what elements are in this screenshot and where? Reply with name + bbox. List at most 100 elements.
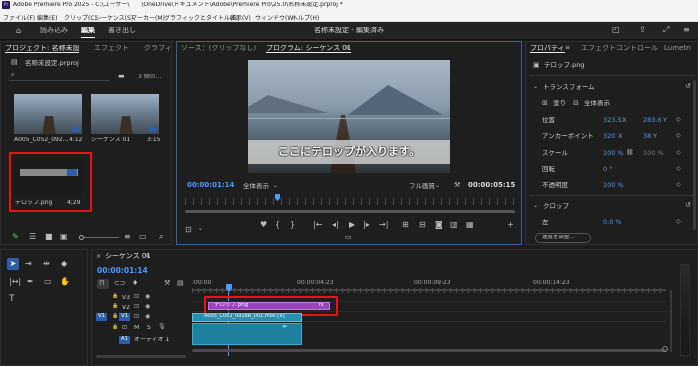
panel-menu-icon[interactable]: ≡ — [345, 45, 350, 51]
project-search-input[interactable]: ⌕ — [9, 72, 109, 81]
playhead-timecode[interactable]: 00:00:01:14 — [187, 182, 234, 189]
menu-edit[interactable]: 編集(E) — [37, 13, 57, 22]
lock-icon[interactable]: 🔒 — [112, 304, 118, 309]
pencil-icon[interactable]: ✎ — [12, 233, 19, 241]
timeline-track-zoom[interactable] — [96, 355, 186, 358]
menu-marker[interactable]: マーカー(M) — [131, 13, 165, 22]
go-to-out-icon[interactable]: →| — [379, 221, 388, 229]
sync-lock-icon[interactable]: ⊡ — [122, 325, 127, 331]
left-value[interactable]: 0.0 % — [603, 219, 622, 226]
rotation-value[interactable]: 0 ° — [603, 166, 612, 173]
captions-icon[interactable]: ▤ — [177, 280, 184, 287]
tab-graphics[interactable]: グラフィ — [144, 45, 172, 52]
solo-button[interactable]: S — [147, 325, 151, 331]
step-forward-icon[interactable]: |▸ — [363, 221, 370, 229]
keyframe-icon[interactable]: ◇ — [676, 219, 681, 225]
source-a1-button[interactable]: A1 — [119, 336, 130, 344]
track-select-icon[interactable]: ⇥ — [25, 260, 32, 268]
sort-icon[interactable]: ≡ — [124, 233, 131, 241]
lock-icon[interactable]: 🔒 — [112, 314, 118, 319]
timeline-h-scrollbar[interactable] — [192, 349, 666, 352]
microphone-icon[interactable]: 🎙 — [158, 324, 166, 330]
scale-value[interactable]: 100 % — [603, 150, 624, 157]
tab-project[interactable]: プロジェクト: 名称未設定 — [5, 45, 79, 53]
quality-select[interactable]: フル画質 — [409, 183, 435, 190]
layout-icon[interactable]: ◰ — [612, 26, 620, 34]
timeline-timecode[interactable]: 00:00:01:14 — [97, 267, 148, 275]
icon-view-icon[interactable]: ■ — [45, 233, 53, 241]
timeline-v-scrollbar[interactable] — [670, 290, 672, 352]
multicam-icon[interactable]: ▦ — [466, 221, 474, 229]
track-v1-label[interactable]: V1 — [119, 313, 130, 321]
lift-icon[interactable]: ⊞ — [402, 221, 409, 229]
menu-file[interactable]: ファイル(F) — [3, 13, 35, 22]
chevron-down-icon[interactable]: ⌄ — [533, 84, 538, 90]
sync-lock-icon[interactable]: ⊡ — [134, 304, 139, 310]
home-icon[interactable]: ⌂ — [16, 27, 21, 35]
fill-icon[interactable]: ⊞ — [542, 100, 548, 107]
reset-icon[interactable]: ↺ — [685, 83, 691, 90]
safe-margins-icon[interactable]: ⊡ — [185, 226, 192, 234]
hand-icon[interactable]: ✋ — [60, 278, 70, 286]
keyframe-icon[interactable]: ◇ — [676, 150, 681, 156]
reset-icon[interactable]: ↺ — [685, 202, 691, 209]
tab-edit[interactable]: 編集 — [81, 27, 95, 34]
menu-sequence[interactable]: シーケンス(S) — [95, 13, 133, 22]
chevron-down-icon[interactable]: ⌄ — [198, 226, 203, 232]
menu-clip[interactable]: クリップ(C) — [64, 13, 97, 22]
keyframe-icon[interactable]: ◇ — [676, 166, 681, 172]
scroll-handle-right[interactable] — [662, 346, 668, 352]
extract-icon[interactable]: ⊟ — [419, 221, 426, 229]
eye-icon[interactable]: ◉ — [145, 314, 150, 320]
eye-icon[interactable]: ◉ — [145, 294, 150, 300]
tab-source[interactable]: ソース：(クリップなし) — [181, 45, 256, 52]
tab-import[interactable]: 読み込み — [40, 27, 68, 34]
thumbnail-sequence[interactable] — [91, 94, 159, 134]
tab-effect-controls[interactable]: エフェクトコントロール — [581, 45, 658, 52]
eye-icon[interactable]: ◉ — [145, 304, 150, 310]
properties-scrollbar[interactable] — [693, 80, 696, 230]
monitor-ruler[interactable] — [185, 198, 515, 205]
tab-export[interactable]: 書き出し — [108, 27, 136, 34]
menu-view[interactable]: 表示(V) — [230, 13, 251, 22]
menu-help[interactable]: ヘルプ(H) — [292, 13, 319, 22]
wrench-icon[interactable]: ⚒ — [454, 182, 460, 189]
sync-lock-icon[interactable]: ⊡ — [134, 314, 139, 320]
keyframe-icon[interactable]: ◇ — [676, 182, 681, 188]
source-v1-button[interactable]: V1 — [96, 313, 107, 321]
ripple-edit-icon[interactable]: ⇹ — [43, 260, 50, 268]
wrench-icon[interactable]: ⚒ — [164, 280, 170, 287]
expand-icon[interactable]: ⤢ — [663, 26, 669, 34]
tab-effects[interactable]: エフェクト — [94, 45, 129, 52]
lock-icon[interactable]: 🔒 — [112, 325, 118, 330]
list-view-icon[interactable]: ☰ — [29, 233, 36, 241]
search-bin-icon[interactable]: ⌕ — [159, 233, 163, 241]
menu-window[interactable]: ウィンドウ(W) — [255, 13, 296, 22]
opacity-value[interactable]: 100 % — [603, 182, 624, 189]
freeform-view-icon[interactable]: ▣ — [60, 233, 68, 241]
position-y-value[interactable]: 283.6 — [643, 117, 662, 124]
go-to-in-icon[interactable]: |← — [313, 221, 322, 229]
tab-properties[interactable]: プロパティ — [530, 45, 565, 53]
sync-lock-icon[interactable]: ⊡ — [134, 294, 139, 300]
settings-icon[interactable]: ≡ — [683, 26, 690, 34]
fit-icon[interactable]: ⊟ — [573, 100, 579, 107]
rectangle-icon[interactable]: ▭ — [44, 278, 52, 286]
position-x-value[interactable]: 323.5 — [603, 117, 622, 124]
menu-graphics[interactable]: グラフィックとタイトル(G) — [164, 13, 239, 22]
monitor-scrollbar[interactable] — [185, 210, 515, 213]
selection-tool[interactable]: ➤ — [7, 258, 19, 270]
share-icon[interactable]: ⇪ — [639, 26, 646, 34]
marker-icon[interactable]: ♥ — [260, 221, 267, 229]
keyframe-icon[interactable]: ◇ — [676, 117, 681, 123]
panel-menu-icon[interactable]: ≡ — [565, 45, 570, 51]
new-bin-icon[interactable]: ▬ — [118, 73, 125, 80]
close-icon[interactable]: × — [96, 254, 101, 260]
compare-icon[interactable]: ▥ — [450, 221, 458, 229]
linked-selection-icon[interactable]: ⊂⊃ — [114, 280, 126, 287]
zoom-slider[interactable] — [79, 235, 119, 240]
work-area-bar[interactable] — [192, 289, 666, 291]
chevron-down-icon[interactable]: ⌄ — [533, 203, 538, 209]
new-item-icon[interactable]: ▭ — [139, 233, 147, 241]
mark-in-icon[interactable]: { — [275, 221, 280, 229]
